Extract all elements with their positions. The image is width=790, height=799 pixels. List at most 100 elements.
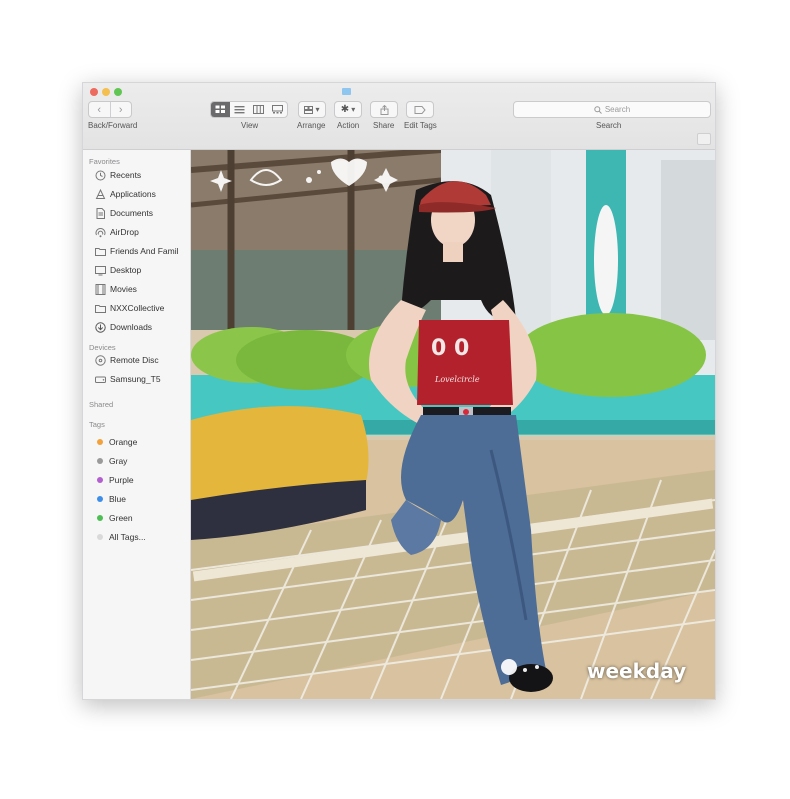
devices-header: Devices	[89, 343, 116, 352]
share-label: Share	[373, 121, 395, 130]
desktop-icon	[95, 265, 106, 276]
sidebar-item-label: Gray	[109, 456, 128, 466]
sidebar-item-movies[interactable]: Movies	[95, 281, 137, 297]
folder-icon	[95, 303, 106, 314]
tag-color-dot	[97, 477, 103, 483]
sidebar-item-desktop[interactable]: Desktop	[95, 262, 141, 278]
share-button[interactable]	[370, 101, 398, 118]
sidebar-item-recents[interactable]: Recents	[95, 167, 141, 183]
airdrop-icon	[95, 227, 106, 238]
applications-icon	[95, 188, 106, 200]
chevron-down-icon: ▾	[351, 105, 356, 114]
sidebar-tag-orange[interactable]: Orange	[95, 434, 137, 450]
list-view-button[interactable]	[230, 102, 249, 117]
sidebar-item-label: Purple	[109, 475, 134, 485]
photo-content: 0 0 Lovelcircle	[191, 150, 715, 699]
sidebar-tag-green[interactable]: Green	[95, 510, 133, 526]
sidebar: Favorites Recents Applications Documents…	[83, 150, 191, 699]
tag-color-dot	[97, 458, 103, 464]
document-icon	[95, 207, 106, 219]
column-view-button[interactable]	[249, 102, 268, 117]
chevron-right-icon: ›	[118, 103, 123, 116]
search-placeholder: Search	[604, 105, 631, 114]
disc-icon	[95, 354, 106, 366]
forward-button[interactable]: ›	[109, 102, 132, 117]
drive-icon	[95, 374, 106, 385]
favorites-header: Favorites	[89, 157, 120, 166]
sidebar-item-label: Remote Disc	[110, 355, 159, 365]
list-icon	[234, 106, 245, 114]
search-label: Search	[596, 121, 622, 130]
sidebar-item-label: Movies	[110, 284, 137, 294]
arrange-button[interactable]: ▾	[298, 101, 326, 118]
sidebar-tag-gray[interactable]: Gray	[95, 453, 127, 469]
search-icon	[594, 105, 602, 114]
sidebar-item-label: AirDrop	[110, 227, 139, 237]
film-icon	[95, 283, 106, 295]
gallery-icon	[272, 105, 283, 114]
toolbar-toggle-button[interactable]	[697, 133, 711, 145]
sidebar-item-applications[interactable]: Applications	[95, 186, 156, 202]
action-label: Action	[337, 121, 360, 130]
sidebar-item-label: Recents	[110, 170, 142, 180]
gear-icon: ✱	[340, 104, 350, 115]
sidebar-item-documents[interactable]: Documents	[95, 205, 153, 221]
clock-icon	[95, 170, 106, 181]
minimize-window-button[interactable]	[102, 88, 110, 96]
sidebar-item-remote-disc[interactable]: Remote Disc	[95, 352, 159, 368]
icon-view-button[interactable]	[211, 102, 230, 117]
sidebar-item-friends-and-family[interactable]: Friends And Famil	[95, 243, 179, 259]
tag-color-dot	[97, 439, 103, 445]
view-label: View	[241, 121, 259, 130]
weekday-sticker-text: weekday	[587, 659, 687, 683]
sidebar-item-nxxcollective[interactable]: NXXCollective	[95, 300, 164, 316]
tags-header: Tags	[89, 420, 105, 429]
sidebar-item-label: NXXCollective	[110, 303, 165, 313]
toolbar: ‹ › Back/Forward View ▾ Arrange ✱ ▾ Acti…	[83, 83, 715, 150]
tag-icon	[414, 105, 426, 114]
tag-color-dot	[97, 534, 103, 540]
grid-icon	[215, 105, 225, 113]
shirt-print: 0 0	[431, 336, 469, 361]
gallery-view-button[interactable]	[268, 102, 287, 117]
sidebar-tag-purple[interactable]: Purple	[95, 472, 134, 488]
sidebar-item-airdrop[interactable]: AirDrop	[95, 224, 139, 240]
finder-window: ‹ › Back/Forward View ▾ Arrange ✱ ▾ Acti…	[82, 82, 716, 700]
tag-color-dot	[97, 496, 103, 502]
sidebar-item-label: All Tags...	[109, 532, 146, 542]
view-mode-control	[210, 101, 288, 118]
shirt-script: Lovelcircle	[434, 375, 480, 384]
chevron-down-icon: ▾	[315, 105, 320, 114]
back-forward-label: Back/Forward	[88, 121, 138, 130]
arrange-label: Arrange	[297, 121, 326, 130]
back-forward-control: ‹ ›	[88, 101, 132, 118]
edit-tags-button[interactable]	[406, 101, 434, 118]
sidebar-item-label: Blue	[109, 494, 127, 504]
sidebar-item-label: Green	[109, 513, 133, 523]
sidebar-tag-blue[interactable]: Blue	[95, 491, 126, 507]
zoom-window-button[interactable]	[114, 88, 122, 96]
edit-tags-label: Edit Tags	[404, 121, 437, 130]
back-button[interactable]: ‹	[89, 102, 110, 117]
folder-icon	[342, 88, 351, 95]
folder-icon	[95, 246, 106, 257]
sidebar-item-label: Friends And Famil	[110, 246, 179, 256]
arrange-icon	[304, 105, 314, 114]
close-window-button[interactable]	[90, 88, 98, 96]
sidebar-item-label: Downloads	[110, 322, 153, 332]
sidebar-item-samsung-t5[interactable]: Samsung_T5	[95, 371, 161, 387]
sidebar-tag-all-tags[interactable]: All Tags...	[95, 529, 146, 545]
sidebar-item-label: Applications	[110, 189, 156, 199]
tag-color-dot	[97, 515, 103, 521]
search-field[interactable]: Search	[513, 101, 711, 118]
action-button[interactable]: ✱ ▾	[334, 101, 362, 118]
columns-icon	[253, 105, 264, 114]
chevron-left-icon: ‹	[97, 103, 102, 116]
sidebar-item-downloads[interactable]: Downloads	[95, 319, 152, 335]
sidebar-item-label: Documents	[110, 208, 153, 218]
sidebar-item-label: Desktop	[110, 265, 142, 275]
download-icon	[95, 321, 106, 333]
sidebar-item-label: Orange	[109, 437, 138, 447]
beach-photo: 0 0 Lovelcircle	[191, 150, 715, 699]
share-icon	[380, 104, 388, 115]
